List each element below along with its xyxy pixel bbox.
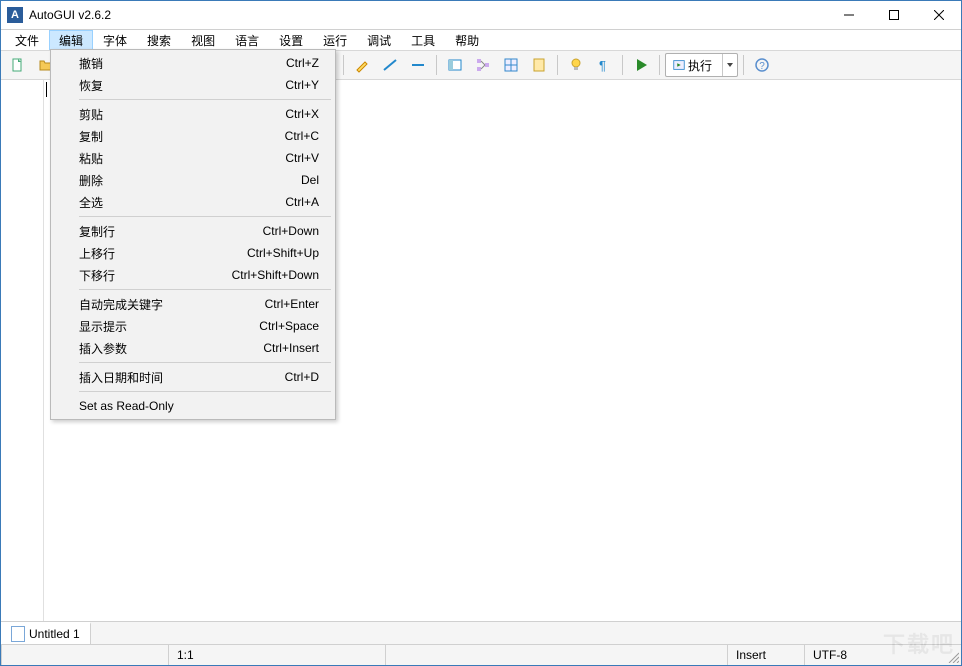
menu-separator [79, 289, 331, 290]
svg-text:?: ? [759, 61, 765, 72]
menu-帮助[interactable]: 帮助 [445, 30, 489, 50]
new-file-icon[interactable] [5, 52, 31, 78]
menuitem-shortcut: Ctrl+Shift+Down [232, 268, 319, 282]
menuitem-label: 下移行 [79, 267, 232, 284]
menuitem-显示提示[interactable]: 显示提示Ctrl+Space [53, 315, 333, 337]
editor-gutter [1, 80, 44, 621]
menuitem-全选[interactable]: 全选Ctrl+A [53, 191, 333, 213]
app-icon: A [7, 7, 23, 23]
menuitem-复制[interactable]: 复制Ctrl+C [53, 125, 333, 147]
menuitem-label: 显示提示 [79, 318, 259, 335]
menuitem-label: 撤销 [79, 55, 286, 72]
menu-设置[interactable]: 设置 [269, 30, 313, 50]
menuitem-插入日期和时间[interactable]: 插入日期和时间Ctrl+D [53, 366, 333, 388]
bookmark-icon[interactable] [526, 52, 552, 78]
play-icon[interactable] [628, 52, 654, 78]
menuitem-shortcut: Ctrl+C [285, 129, 319, 143]
menuitem-自动完成关键字[interactable]: 自动完成关键字Ctrl+Enter [53, 293, 333, 315]
menuitem-label: 恢复 [79, 77, 285, 94]
menuitem-撤销[interactable]: 撤销Ctrl+Z [53, 52, 333, 74]
menu-separator [79, 362, 331, 363]
highlight-icon[interactable] [349, 52, 375, 78]
menuitem-恢复[interactable]: 恢复Ctrl+Y [53, 74, 333, 96]
line-icon[interactable] [405, 52, 431, 78]
app-window: A AutoGUI v2.6.2 文件编辑字体搜索视图语言设置运行调试工具帮助 … [0, 0, 962, 666]
menuitem-shortcut: Ctrl+Shift+Up [247, 246, 319, 260]
menuitem-shortcut: Ctrl+A [285, 195, 319, 209]
svg-text:¶: ¶ [599, 58, 606, 73]
menuitem-shortcut: Ctrl+X [285, 107, 319, 121]
menuitem-label: 粘贴 [79, 150, 285, 167]
document-tab[interactable]: Untitled 1 [1, 622, 91, 644]
titlebar: A AutoGUI v2.6.2 [1, 1, 961, 30]
document-icon [11, 626, 25, 642]
grid-icon[interactable] [498, 52, 524, 78]
menuitem-label: 复制行 [79, 223, 263, 240]
menuitem-label: 复制 [79, 128, 285, 145]
menu-运行[interactable]: 运行 [313, 30, 357, 50]
menu-编辑[interactable]: 编辑 [49, 30, 93, 50]
menuitem-粘贴[interactable]: 粘贴Ctrl+V [53, 147, 333, 169]
menuitem-剪贴[interactable]: 剪贴Ctrl+X [53, 103, 333, 125]
tree-icon[interactable] [470, 52, 496, 78]
menu-文件[interactable]: 文件 [5, 30, 49, 50]
menuitem-复制行[interactable]: 复制行Ctrl+Down [53, 220, 333, 242]
window-title: AutoGUI v2.6.2 [29, 8, 111, 22]
menu-语言[interactable]: 语言 [225, 30, 269, 50]
menu-separator [79, 391, 331, 392]
statusbar: 1:1 Insert UTF-8 [1, 644, 961, 665]
pilcrow-icon[interactable]: ¶ [591, 52, 617, 78]
menuitem-删除[interactable]: 删除Del [53, 169, 333, 191]
panel-icon[interactable] [442, 52, 468, 78]
status-position: 1:1 [168, 645, 385, 665]
menuitem-下移行[interactable]: 下移行Ctrl+Shift+Down [53, 264, 333, 286]
menuitem-shortcut: Ctrl+Y [285, 78, 319, 92]
menuitem-label: 全选 [79, 194, 285, 211]
menuitem-label: 上移行 [79, 245, 247, 262]
menuitem-label: 剪贴 [79, 106, 285, 123]
status-spacer [385, 645, 727, 665]
menuitem-label: 插入日期和时间 [79, 369, 285, 386]
maximize-button[interactable] [871, 1, 916, 29]
menuitem-label: 插入参数 [79, 340, 263, 357]
menuitem-shortcut: Ctrl+Space [259, 319, 319, 333]
menuitem-shortcut: Ctrl+Insert [263, 341, 319, 355]
ruler-icon[interactable] [377, 52, 403, 78]
close-button[interactable] [916, 1, 961, 29]
run-label: 执行 [686, 57, 716, 74]
menu-工具[interactable]: 工具 [401, 30, 445, 50]
tabbar: Untitled 1 [1, 621, 961, 644]
text-caret [46, 82, 47, 97]
menuitem-shortcut: Ctrl+Enter [265, 297, 319, 311]
menu-separator [79, 216, 331, 217]
menuitem-label: 自动完成关键字 [79, 296, 265, 313]
tab-label: Untitled 1 [29, 627, 80, 641]
help-icon[interactable]: ? [749, 52, 775, 78]
menu-视图[interactable]: 视图 [181, 30, 225, 50]
resize-grip[interactable] [947, 651, 959, 663]
menubar: 文件编辑字体搜索视图语言设置运行调试工具帮助 [1, 30, 961, 50]
status-mode: Insert [727, 645, 804, 665]
status-encoding: UTF-8 [804, 645, 961, 665]
menuitem-shortcut: Ctrl+Down [263, 224, 319, 238]
run-dropdown-arrow[interactable] [722, 54, 737, 76]
menu-字体[interactable]: 字体 [93, 30, 137, 50]
menuitem-shortcut: Del [301, 173, 319, 187]
menu-搜索[interactable]: 搜索 [137, 30, 181, 50]
lightbulb-icon[interactable] [563, 52, 589, 78]
menuitem-label: 删除 [79, 172, 301, 189]
minimize-button[interactable] [826, 1, 871, 29]
status-pad [1, 645, 168, 665]
menuitem-上移行[interactable]: 上移行Ctrl+Shift+Up [53, 242, 333, 264]
menuitem-shortcut: Ctrl+V [285, 151, 319, 165]
menuitem-label: Set as Read-Only [79, 399, 319, 413]
menuitem-shortcut: Ctrl+Z [286, 56, 319, 70]
edit-menu-dropdown: 撤销Ctrl+Z恢复Ctrl+Y剪贴Ctrl+X复制Ctrl+C粘贴Ctrl+V… [50, 49, 336, 420]
menuitem-shortcut: Ctrl+D [285, 370, 319, 384]
menuitem-插入参数[interactable]: 插入参数Ctrl+Insert [53, 337, 333, 359]
menu-separator [79, 99, 331, 100]
menu-调试[interactable]: 调试 [357, 30, 401, 50]
menuitem-Set as Read-Only[interactable]: Set as Read-Only [53, 395, 333, 417]
run-dropdown[interactable]: 执行 [665, 53, 738, 77]
